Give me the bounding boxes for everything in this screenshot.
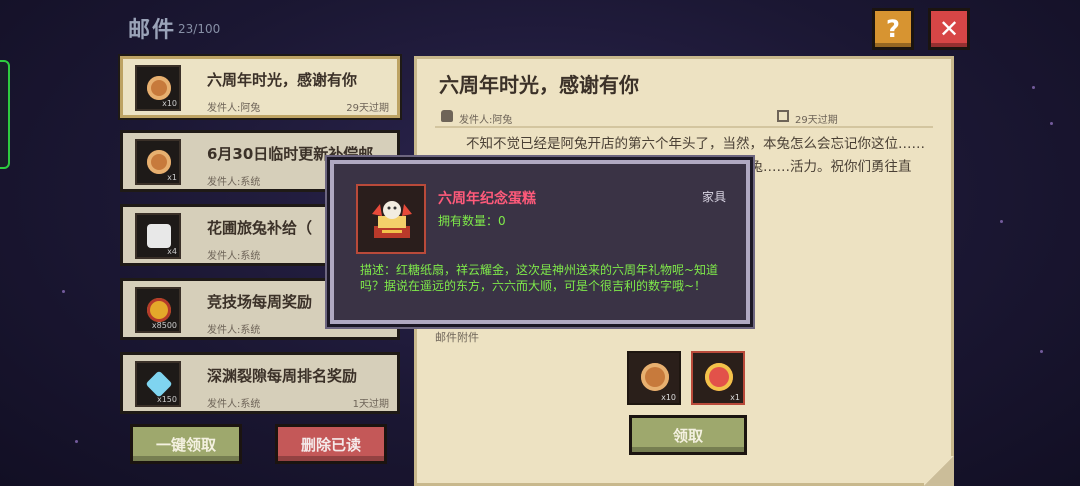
calendar-icon — [777, 110, 789, 122]
claim-button[interactable]: 领取 — [629, 415, 747, 455]
side-panel-tab[interactable] — [0, 60, 10, 169]
item-type: 家具 — [701, 190, 726, 204]
mail-title: 六周年时光，感谢有你 — [207, 71, 358, 89]
cake-box-icon: x10 — [135, 65, 181, 111]
background-star — [1050, 122, 1053, 125]
question-icon: ? — [886, 15, 900, 43]
cake-box-icon — [641, 363, 669, 391]
delete-read-button[interactable]: 删除已读 — [275, 424, 387, 464]
background-star — [62, 290, 65, 293]
mail-sender: 发件人:系统 — [207, 177, 261, 188]
close-button[interactable]: ✕ — [928, 8, 970, 50]
person-icon — [441, 110, 453, 122]
mail-sender: 发件人:系统 — [207, 325, 261, 336]
detail-title: 六周年时光，感谢有你 — [439, 73, 639, 97]
claim-all-button[interactable]: 一键领取 — [130, 424, 242, 464]
attachments-label: 邮件附件 — [435, 331, 479, 344]
mail-expire: 29天过期 — [346, 103, 389, 114]
mail-expire: 1天过期 — [352, 399, 389, 410]
mail-sender: 发件人:系统 — [207, 399, 261, 410]
mail-list-item[interactable]: x150 深渊裂隙每周排名奖励 发件人:系统 1天过期 — [120, 352, 400, 414]
item-tooltip[interactable]: 六周年纪念蛋糕 家具 拥有数量：0 描述：红糖纸扇，祥云耀金，这次是神州送来的六… — [330, 160, 750, 324]
item-description: 描述：红糖纸扇，祥云耀金，这次是神州送来的六周年礼物呢~知道吗？据说在遥远的东方… — [360, 263, 719, 293]
dice-icon: x4 — [135, 213, 181, 259]
background-star — [75, 440, 78, 443]
page-corner-fold — [924, 456, 954, 486]
divider — [435, 126, 933, 128]
mail-title: 深渊裂隙每周排名奖励 — [207, 367, 358, 385]
background-star — [1032, 86, 1035, 89]
page-title: 邮件 — [128, 18, 177, 43]
attachment-slot[interactable]: x10 — [627, 351, 681, 405]
gem-icon: x150 — [135, 361, 181, 407]
background-star — [1040, 350, 1043, 353]
mail-title: 竞技场每周奖励 — [207, 293, 313, 311]
item-name: 六周年纪念蛋糕 — [438, 191, 536, 207]
item-icon-frame — [356, 184, 426, 254]
medal-icon: x8500 — [135, 287, 181, 333]
background-star — [1000, 220, 1003, 223]
cake-box-icon: x1 — [135, 139, 181, 185]
mail-title: 花圃旅兔补给（ — [207, 219, 313, 237]
mail-count: 23/100 — [178, 22, 221, 36]
mail-list-item[interactable]: x10 六周年时光，感谢有你 发件人:阿兔 29天过期 — [120, 56, 400, 118]
mail-sender: 发件人:阿兔 — [207, 103, 261, 114]
mail-sender: 发件人:系统 — [207, 251, 261, 262]
anniversary-cake-icon — [705, 363, 733, 391]
detail-sender: 发件人:阿兔 — [459, 115, 513, 126]
item-owned-count: 拥有数量：0 — [438, 214, 506, 228]
close-icon: ✕ — [938, 15, 960, 43]
help-button[interactable]: ? — [872, 8, 914, 50]
anniversary-cake-icon — [372, 201, 412, 238]
detail-expire: 29天过期 — [795, 115, 838, 126]
attachment-slot[interactable]: x1 — [691, 351, 745, 405]
